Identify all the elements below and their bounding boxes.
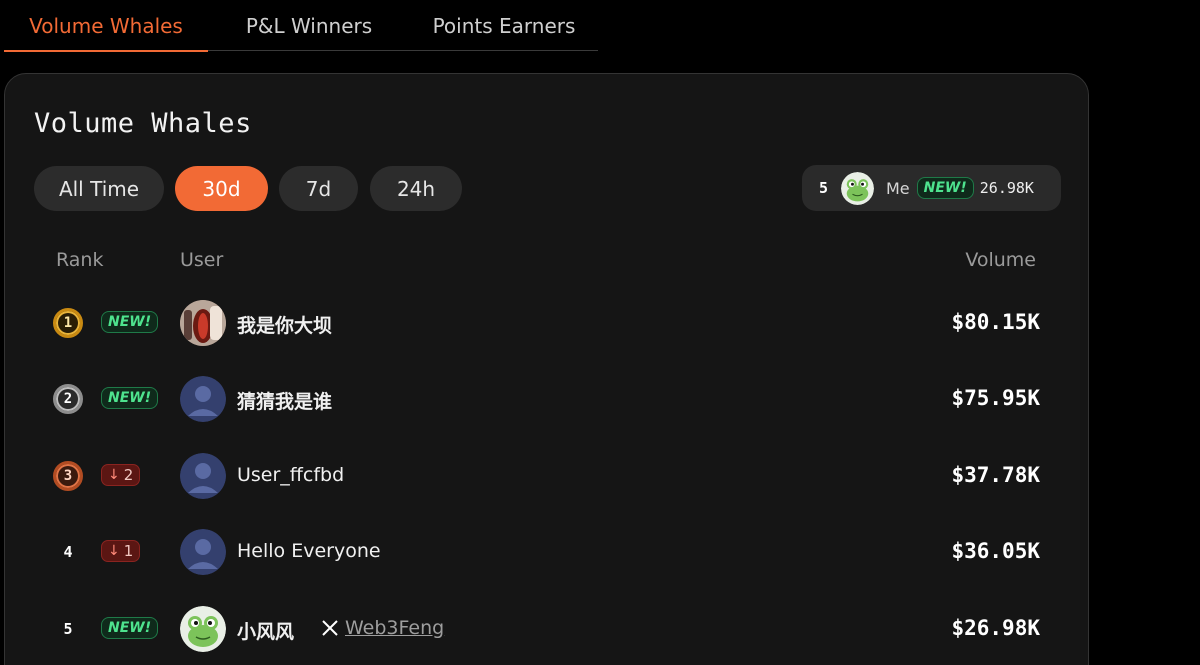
rank-number: 4	[63, 543, 73, 561]
frog-avatar-icon	[841, 171, 874, 205]
table-row[interactable]: 4 ↓ 1 Hello Everyone $36.05K	[5, 527, 1090, 577]
arrow-down-icon: ↓	[108, 467, 120, 483]
user-photo-avatar[interactable]	[180, 300, 226, 346]
my-rank-badge[interactable]: 5 Me NEW! 26.98K	[802, 165, 1061, 211]
username[interactable]: 猜猜我是谁	[237, 387, 332, 414]
my-name: Me	[886, 178, 910, 198]
default-user-icon[interactable]	[180, 376, 226, 422]
bronze-medal-icon: 3	[53, 461, 83, 491]
default-user-icon[interactable]	[180, 529, 226, 575]
silver-medal-icon: 2	[53, 384, 83, 414]
filter-all-time[interactable]: All Time	[34, 166, 164, 211]
new-badge: NEW!	[101, 387, 159, 409]
x-handle[interactable]: Web3Feng	[345, 617, 444, 639]
x-logo-icon	[322, 620, 338, 636]
column-header-rank: Rank	[56, 249, 104, 271]
tab-points-earners[interactable]: Points Earners	[410, 0, 598, 51]
new-badge: NEW!	[101, 311, 159, 333]
volume-value: $80.15K	[951, 310, 1040, 334]
table-row[interactable]: 5 NEW! 小风风 Web3Feng $26.98K	[5, 604, 1090, 654]
card-title: Volume Whales	[34, 108, 252, 139]
new-badge: NEW!	[916, 177, 974, 199]
username[interactable]: 小风风	[237, 617, 294, 644]
table-row[interactable]: 3 ↓ 2 User_ffcfbd $37.78K	[5, 451, 1090, 501]
username[interactable]: User_ffcfbd	[237, 464, 344, 486]
tab-pnl-winners[interactable]: P&L Winners	[208, 0, 410, 51]
volume-value: $75.95K	[951, 386, 1040, 410]
table-row[interactable]: 1 NEW! 我是你大坝 $80.15K	[5, 298, 1090, 348]
leaderboard-card: Volume Whales All Time 30d 7d 24h 5 Me N…	[4, 73, 1089, 665]
column-header-volume: Volume	[965, 249, 1036, 271]
filter-30d[interactable]: 30d	[175, 166, 268, 211]
column-header-user: User	[180, 249, 224, 271]
filter-7d[interactable]: 7d	[279, 166, 358, 211]
rank-number: 5	[63, 620, 73, 638]
volume-value: $37.78K	[951, 463, 1040, 487]
table-row[interactable]: 2 NEW! 猜猜我是谁 $75.95K	[5, 374, 1090, 424]
gold-medal-icon: 1	[53, 308, 83, 338]
default-user-icon[interactable]	[180, 453, 226, 499]
volume-value: $36.05K	[951, 539, 1040, 563]
volume-value: $26.98K	[951, 616, 1040, 640]
arrow-down-icon: ↓	[108, 543, 120, 559]
tab-volume-whales[interactable]: Volume Whales	[4, 0, 208, 52]
new-badge: NEW!	[101, 617, 159, 639]
my-volume: 26.98K	[979, 179, 1034, 197]
filter-24h[interactable]: 24h	[370, 166, 462, 211]
leaderboard-tabs: Volume Whales P&L Winners Points Earners	[4, 0, 598, 52]
my-rank: 5	[819, 179, 829, 197]
frog-avatar-icon[interactable]	[180, 606, 226, 652]
x-profile-link[interactable]: Web3Feng	[321, 617, 444, 639]
rank-change-badge: ↓ 1	[101, 540, 141, 562]
username[interactable]: 我是你大坝	[237, 311, 332, 338]
rank-change-badge: ↓ 2	[101, 464, 141, 486]
username[interactable]: Hello Everyone	[237, 540, 381, 562]
